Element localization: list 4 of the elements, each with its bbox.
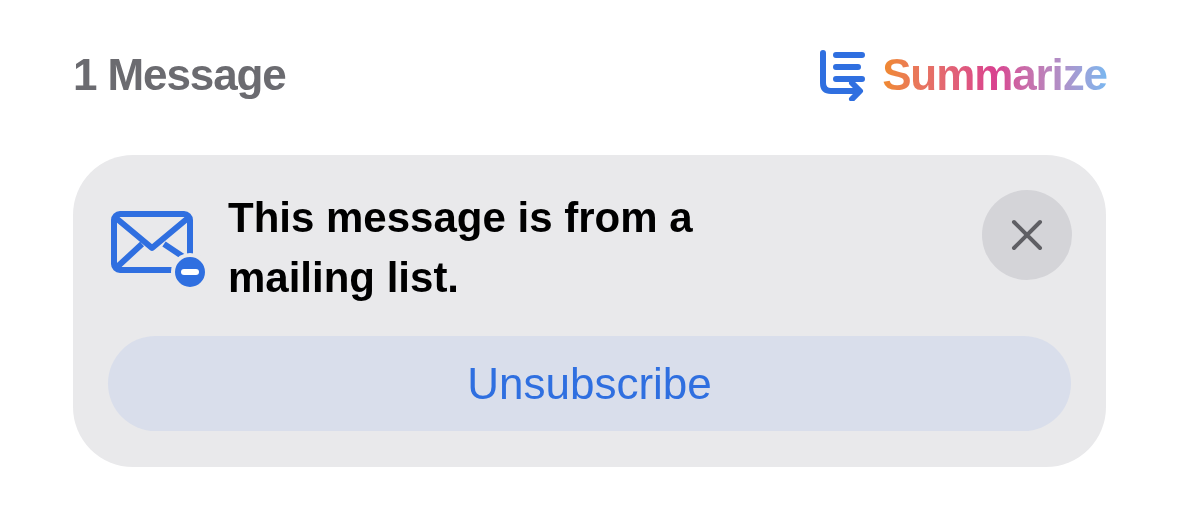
banner-message: This message is from a mailing list.	[228, 193, 694, 303]
close-icon	[1011, 219, 1043, 251]
unsubscribe-button[interactable]: Unsubscribe	[108, 336, 1071, 431]
message-count: 1 Message	[73, 49, 286, 101]
